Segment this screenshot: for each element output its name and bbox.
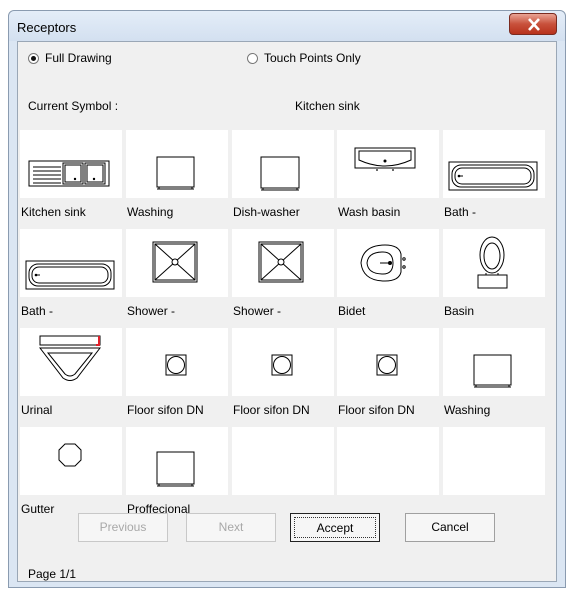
bathtub-icon — [25, 260, 115, 290]
symbol-tile[interactable] — [337, 130, 439, 198]
symbol-tile[interactable] — [443, 229, 545, 297]
dialog-body: Full Drawing Touch Points Only Current S… — [17, 41, 557, 582]
shower-tray-icon — [152, 241, 198, 283]
washing-machine-icon — [156, 156, 195, 190]
dishwasher-icon — [260, 156, 300, 191]
symbol-label: Washing — [127, 205, 174, 219]
full-drawing-radio[interactable]: Full Drawing — [28, 50, 112, 66]
symbol-tile[interactable] — [126, 130, 228, 198]
symbol-tile[interactable] — [126, 229, 228, 297]
symbol-label: Floor sifon DN — [338, 403, 415, 417]
shower-tray-icon — [258, 241, 304, 283]
page-indicator: Page 1/1 — [28, 567, 77, 581]
symbol-tile[interactable] — [232, 328, 334, 396]
symbol-label: Bath - — [444, 205, 477, 219]
toilet-icon — [477, 236, 508, 289]
title-bar: Receptors — [9, 11, 565, 41]
symbol-label: Shower - — [233, 304, 282, 318]
symbol-label: Dish-washer — [233, 205, 300, 219]
symbol-tile[interactable] — [126, 427, 228, 495]
radio-selected-icon — [28, 52, 39, 64]
symbol-label: Gutter — [21, 502, 55, 516]
current-symbol-value: Kitchen sink — [295, 99, 360, 113]
radio-unselected-icon — [247, 52, 258, 64]
symbol-label: Bidet — [338, 304, 366, 318]
urinal-icon — [38, 335, 102, 381]
receptors-dialog: Receptors Full Drawing Touch Points Only… — [8, 10, 566, 588]
symbol-label: Bath - — [21, 304, 54, 318]
current-symbol-label: Current Symbol : — [28, 99, 119, 113]
symbol-label: Basin — [444, 304, 475, 318]
symbol-label: Shower - — [127, 304, 176, 318]
cancel-button[interactable]: Cancel — [405, 513, 495, 542]
symbol-tile[interactable] — [232, 229, 334, 297]
floor-drain-icon — [376, 354, 398, 376]
touch-points-radio[interactable]: Touch Points Only — [247, 50, 361, 66]
close-button[interactable] — [509, 13, 557, 35]
wash-basin-icon — [354, 147, 416, 171]
floor-drain-icon — [271, 354, 293, 376]
close-icon — [528, 18, 540, 31]
symbol-tile[interactable] — [337, 328, 439, 396]
accept-focus-rect: Accept — [294, 517, 376, 538]
bathtub-icon — [448, 161, 538, 191]
symbol-tile[interactable] — [20, 229, 122, 297]
symbol-tile[interactable] — [20, 328, 122, 396]
symbol-tile[interactable] — [232, 130, 334, 198]
bidet-icon — [360, 244, 406, 282]
empty-tile — [337, 427, 439, 495]
symbol-tile[interactable] — [20, 130, 122, 198]
symbol-label: Kitchen sink — [21, 205, 86, 219]
symbol-label: Floor sifon DN — [233, 403, 310, 417]
symbol-tile[interactable] — [337, 229, 439, 297]
accept-button[interactable]: Accept — [290, 513, 380, 542]
symbol-tile[interactable] — [126, 328, 228, 396]
full-drawing-label: Full Drawing — [45, 51, 112, 65]
kitchen-sink-icon — [28, 160, 110, 187]
symbol-label: Wash basin — [338, 205, 401, 219]
washing-machine-icon — [473, 354, 512, 388]
symbol-label: Floor sifon DN — [127, 403, 204, 417]
window-title: Receptors — [17, 20, 77, 35]
previous-button[interactable]: Previous — [78, 513, 168, 542]
empty-tile — [443, 427, 545, 495]
symbol-label: Urinal — [21, 403, 53, 417]
next-button[interactable]: Next — [186, 513, 276, 542]
floor-drain-icon — [165, 354, 187, 376]
touch-points-label: Touch Points Only — [264, 51, 361, 65]
symbol-tile[interactable] — [443, 130, 545, 198]
symbol-tile[interactable] — [20, 427, 122, 495]
symbol-tile[interactable] — [443, 328, 545, 396]
empty-tile — [232, 427, 334, 495]
symbol-label: Washing — [444, 403, 491, 417]
gutter-icon — [58, 443, 82, 467]
professional-washer-icon — [156, 451, 195, 487]
